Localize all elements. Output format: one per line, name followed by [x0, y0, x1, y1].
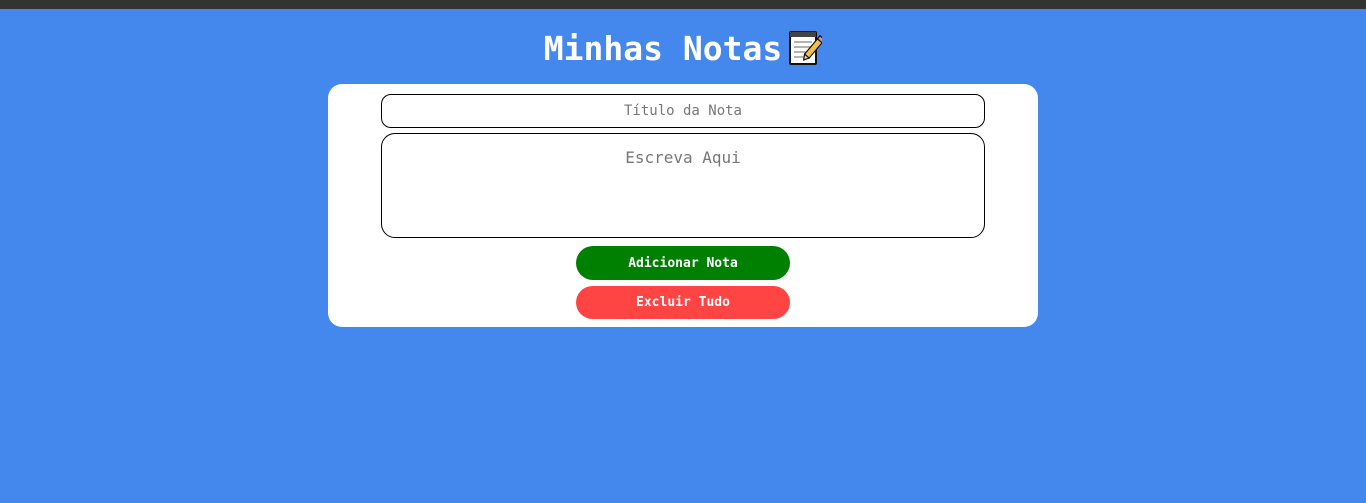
- page-title: Minhas Notas: [0, 26, 1366, 72]
- note-form-card: Adicionar Nota Excluir Tudo: [328, 84, 1038, 327]
- delete-all-button[interactable]: Excluir Tudo: [576, 286, 790, 319]
- page-title-text: Minhas Notas: [543, 29, 783, 68]
- browser-top-strip: [0, 0, 1366, 9]
- add-note-button[interactable]: Adicionar Nota: [576, 246, 790, 280]
- memo-icon: [789, 31, 823, 65]
- note-body-input[interactable]: [381, 133, 985, 238]
- note-title-input[interactable]: [381, 94, 985, 128]
